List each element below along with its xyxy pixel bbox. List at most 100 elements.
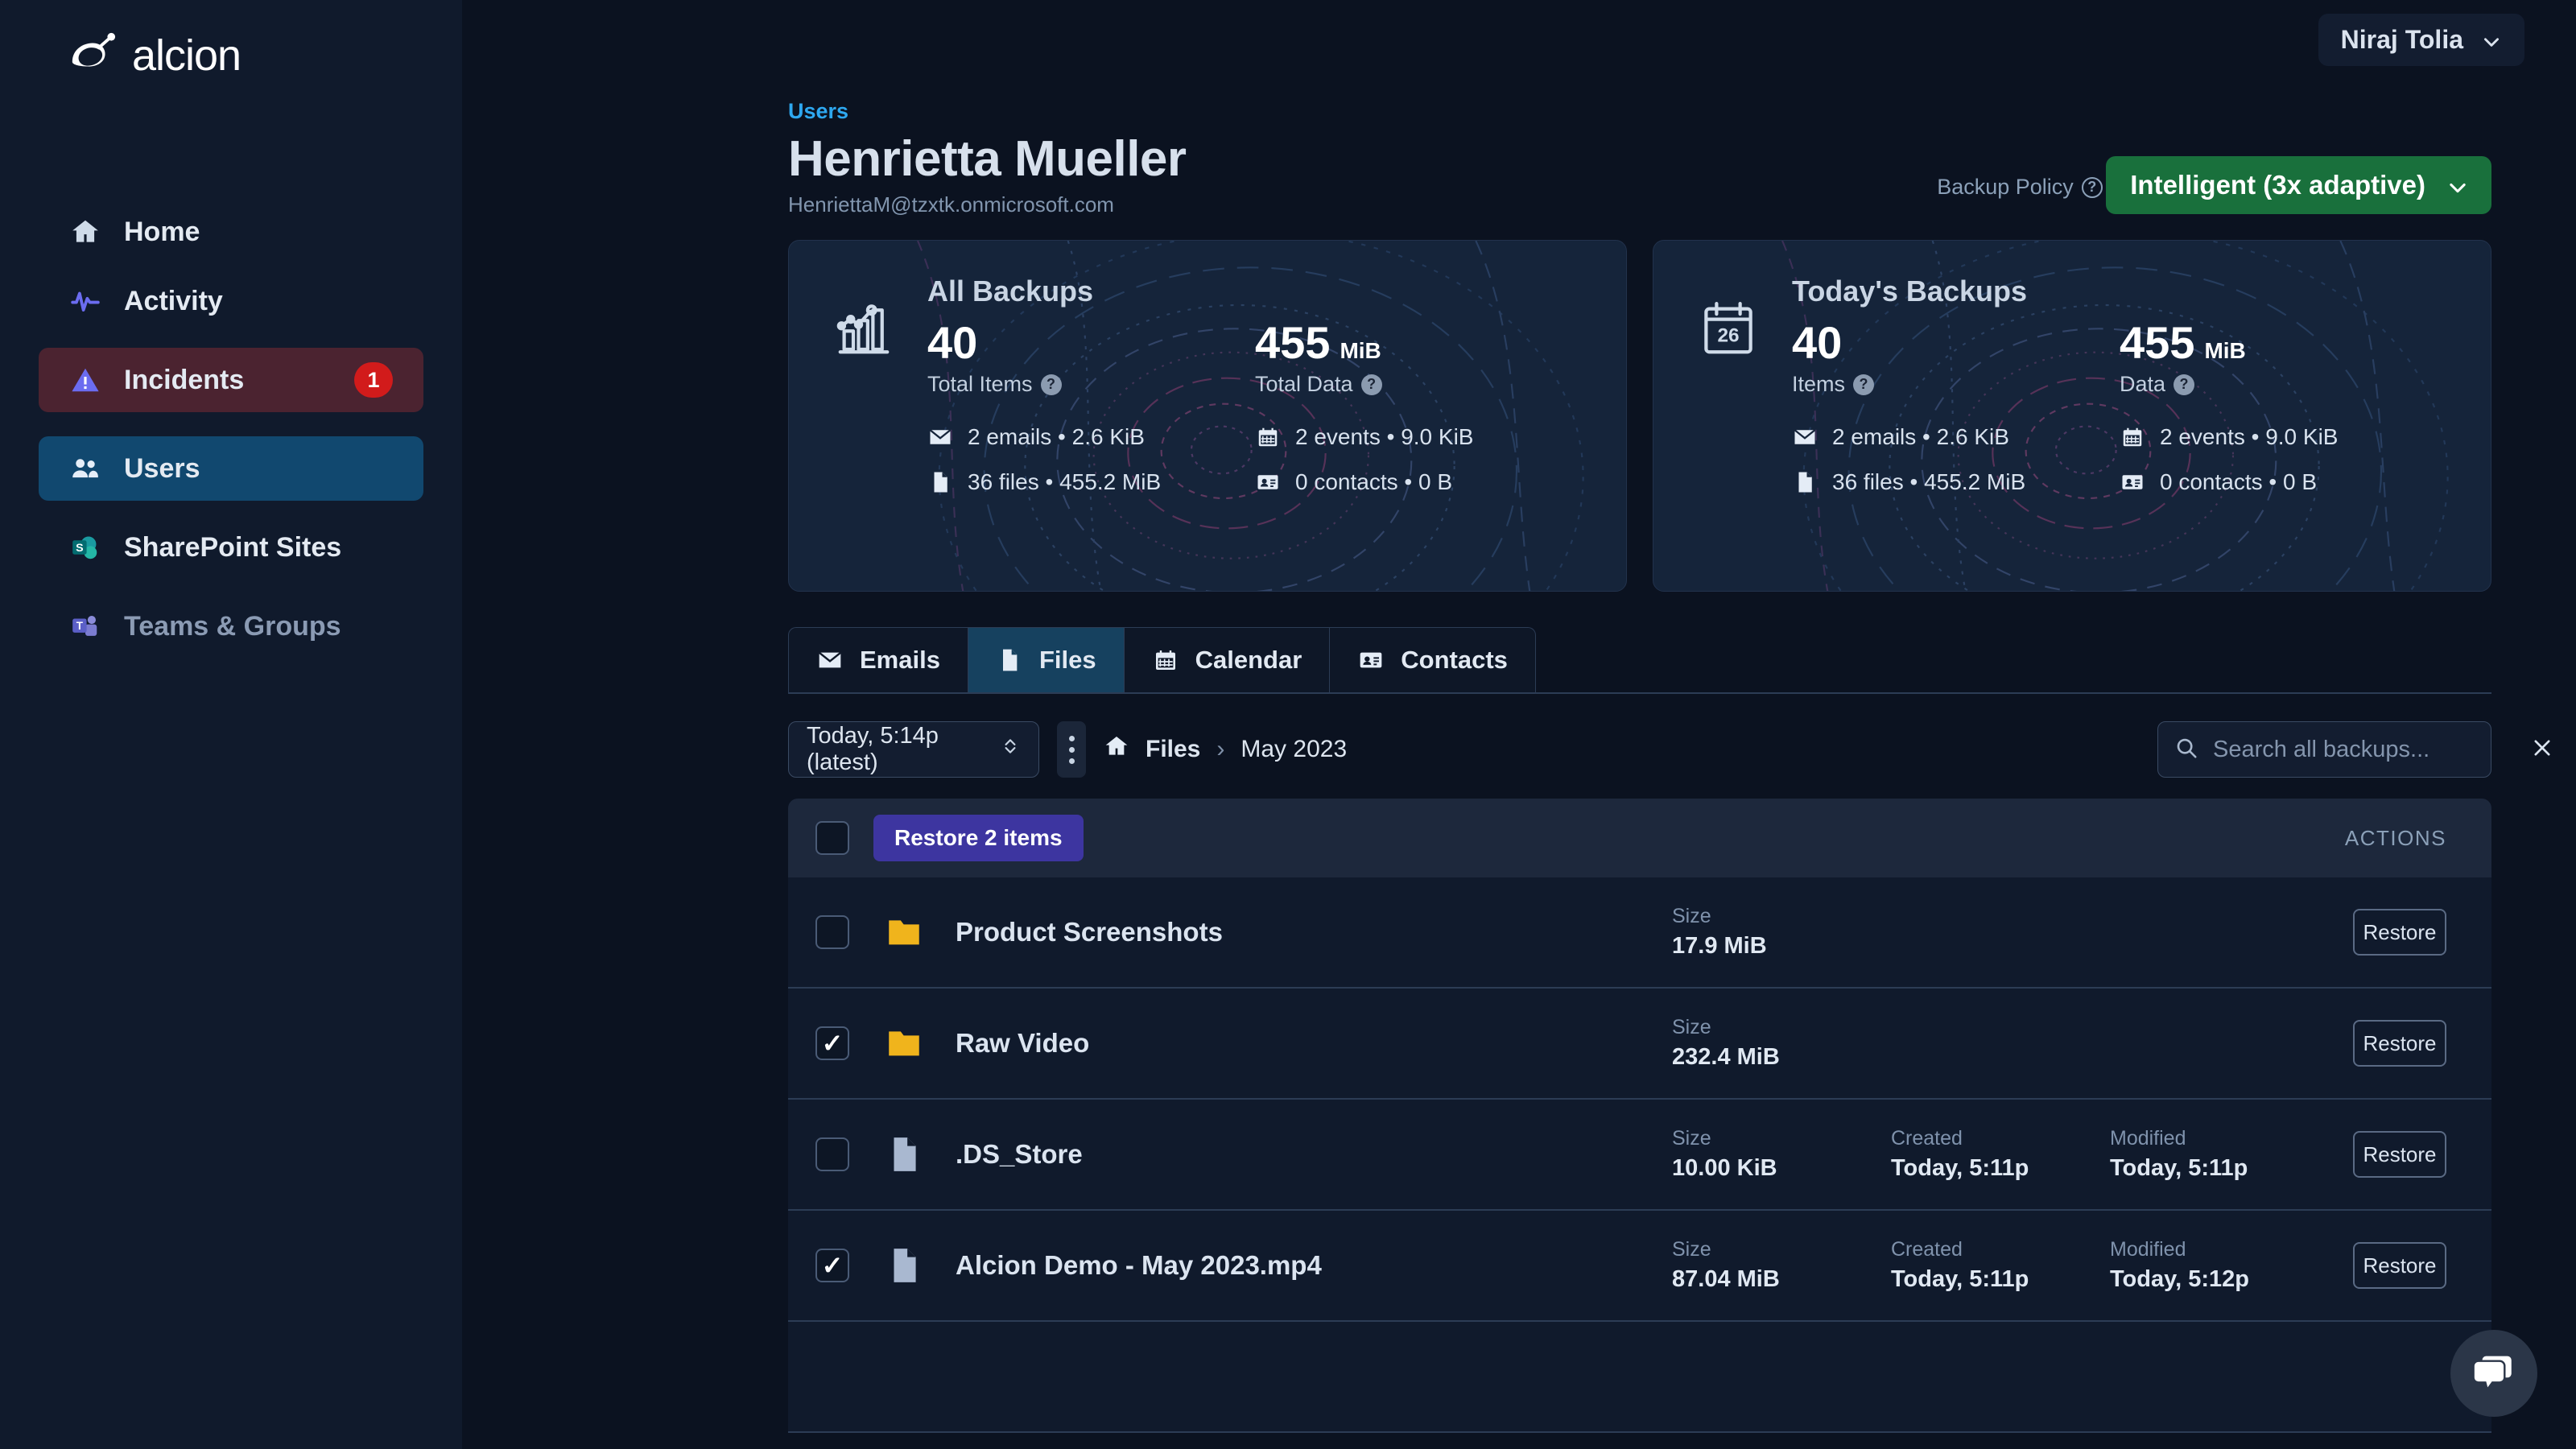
meta-label: Created (1891, 1127, 1963, 1150)
sidebar-item-sharepoint-sites[interactable]: S SharePoint Sites (39, 515, 423, 580)
breakdown-emails: 2 emails • 2.6 KiB (927, 424, 1255, 450)
row-checkbox[interactable] (815, 915, 849, 950)
card-title: All Backups (927, 275, 1094, 308)
chat-widget-button[interactable] (2450, 1330, 2537, 1417)
row-checkbox[interactable] (815, 1026, 849, 1061)
search-icon (2174, 736, 2198, 764)
calendar-icon (2120, 424, 2145, 450)
row-checkbox[interactable] (815, 1137, 849, 1172)
metric-items: 40 Items ? (1792, 319, 2120, 397)
card-all-backups: All Backups 40 Total Items ? 455 MiB Tot… (788, 240, 1627, 592)
metric-caption: Items (1792, 372, 1846, 397)
help-circle-icon[interactable]: ? (2174, 374, 2195, 395)
close-icon[interactable] (2531, 737, 2553, 763)
row-checkbox[interactable] (815, 1249, 849, 1283)
home-icon (69, 216, 101, 248)
row-name: .DS_Store (956, 1139, 1083, 1170)
file-icon (927, 469, 953, 495)
sidebar-item-incidents[interactable]: Incidents 1 (39, 348, 423, 412)
tab-contacts[interactable]: Contacts (1330, 627, 1536, 693)
sidebar-item-teams-groups[interactable]: T Teams & Groups (39, 594, 423, 658)
table-row[interactable]: Alcion Demo - May 2023.mp4 Size 87.04 Mi… (788, 1211, 2491, 1323)
brand-name: alcion (132, 31, 242, 80)
contact-card-icon (1255, 469, 1281, 495)
meta-value: 17.9 MiB (1672, 933, 1767, 960)
file-icon (883, 1133, 925, 1175)
restore-button[interactable]: Restore (2353, 1242, 2446, 1290)
metric-total-items: 40 Total Items ? (927, 319, 1255, 397)
help-circle-icon[interactable]: ? (1360, 374, 1382, 395)
help-circle-icon[interactable]: ? (1853, 374, 1875, 395)
page-content: Users Henrietta Mueller HenriettaM@tzxtk… (462, 99, 2576, 1434)
breakdown-text: 2 emails • 2.6 KiB (1832, 424, 2009, 450)
card-todays-backups: 26 Today's Backups 40 Items ? 455 MiB Da… (1653, 240, 2491, 592)
sidebar-item-label: Teams & Groups (124, 610, 341, 642)
meta-modified: Modified Today, 5:12p (2110, 1238, 2329, 1293)
table-row[interactable]: .DS_Store Size 10.00 KiB Created Today, … (788, 1100, 2491, 1212)
select-all-checkbox[interactable] (815, 821, 849, 856)
tab-files[interactable]: Files (968, 627, 1125, 693)
sidebar-item-label: Home (124, 216, 200, 247)
snapshot-select-value: Today, 5:14p (latest) (807, 723, 939, 776)
breakdown-text: 2 emails • 2.6 KiB (968, 424, 1145, 450)
brand-logo[interactable]: alcion (39, 0, 423, 80)
tab-calendar[interactable]: Calendar (1124, 627, 1331, 693)
breadcrumb-users-link[interactable]: Users (788, 99, 2491, 124)
snapshot-select[interactable]: Today, 5:14p (latest) (788, 721, 1039, 778)
meta-modified (2110, 905, 2329, 960)
metric-total-data: 455 MiB Total Data ? (1255, 317, 1583, 397)
files-table: Restore 2 items ACTIONS Product Screensh… (788, 799, 2491, 1434)
chat-bubble-icon (2471, 1348, 2517, 1399)
tab-emails[interactable]: Emails (788, 627, 968, 693)
breakdown-files: 36 files • 455.2 MiB (1792, 469, 2120, 495)
table-row-partial[interactable] (788, 1322, 2491, 1434)
search-box[interactable] (2157, 721, 2550, 778)
breadcrumb-files[interactable]: Files (1146, 736, 1200, 763)
help-circle-icon[interactable]: ? (1040, 374, 1062, 395)
metric-data: 455 MiB Data ? (2120, 317, 2447, 397)
stat-cards: All Backups 40 Total Items ? 455 MiB Tot… (788, 240, 2491, 592)
sidebar-item-label: Activity (124, 285, 223, 316)
backup-policy-select[interactable]: Intelligent (3x adaptive) (2106, 156, 2491, 215)
svg-text:T: T (76, 620, 84, 632)
breadcrumb-may-2023[interactable]: May 2023 (1241, 736, 1347, 763)
home-icon[interactable] (1104, 733, 1129, 766)
row-metadata: Size 232.4 MiB (1672, 1016, 2329, 1071)
breakdown-events: 2 events • 9.0 KiB (1255, 424, 1583, 450)
restore-button[interactable]: Restore (2353, 909, 2446, 956)
path-breadcrumb: Files › May 2023 (1104, 733, 1347, 766)
meta-value: Today, 5:11p (1891, 1155, 2029, 1182)
more-vertical-icon[interactable] (1057, 721, 1086, 778)
meta-modified (2110, 1016, 2329, 1071)
card-title: Today's Backups (1792, 275, 2027, 308)
metric-value: 455 (1255, 317, 1331, 369)
table-row[interactable]: Product Screenshots Size 17.9 MiB Restor… (788, 877, 2491, 989)
user-menu-button[interactable]: Niraj Tolia (2318, 13, 2524, 66)
metric-value: 455 (2120, 317, 2195, 369)
metric-caption: Total Items (927, 372, 1033, 397)
restore-button[interactable]: Restore (2353, 1020, 2446, 1067)
calendar-26-icon: 26 (1697, 275, 1760, 495)
sidebar-item-home[interactable]: Home (39, 200, 423, 264)
file-icon (1792, 469, 1818, 495)
sidebar-item-activity[interactable]: Activity (39, 269, 423, 333)
sidebar-item-users[interactable]: Users (39, 436, 423, 501)
calendar-icon (1152, 646, 1179, 674)
table-row[interactable]: Raw Video Size 232.4 MiB Restore (788, 989, 2491, 1100)
help-circle-icon[interactable]: ? (2081, 176, 2103, 198)
page-title: Henrietta Mueller (788, 131, 1187, 187)
actions-column-header: ACTIONS (2344, 825, 2446, 850)
meta-created (1891, 1016, 2110, 1071)
meta-created: Created Today, 5:11p (1891, 1127, 2110, 1182)
search-input[interactable] (2213, 736, 2516, 763)
sharepoint-icon: S (69, 531, 101, 564)
breakdown-text: 2 events • 9.0 KiB (2160, 424, 2339, 450)
meta-value: Today, 5:11p (1891, 1266, 2029, 1293)
restore-button[interactable]: Restore (2353, 1131, 2446, 1179)
restore-selected-button[interactable]: Restore 2 items (873, 815, 1084, 862)
backup-policy-value: Intelligent (3x adaptive) (2130, 170, 2425, 200)
breakdown-text: 0 contacts • 0 B (2160, 469, 2318, 495)
row-name: Alcion Demo - May 2023.mp4 (956, 1250, 1322, 1281)
breakdown-text: 36 files • 455.2 MiB (968, 469, 1162, 495)
envelope-icon (816, 646, 844, 674)
